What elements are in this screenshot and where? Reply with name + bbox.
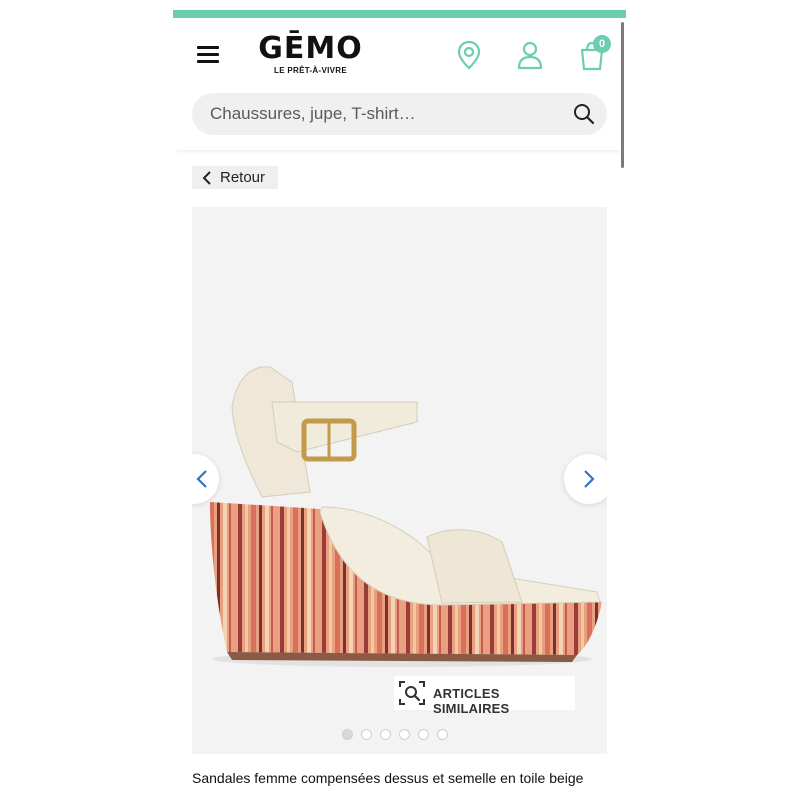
accent-top-bar <box>173 10 626 18</box>
gallery-dot[interactable] <box>418 729 429 740</box>
search-icon[interactable] <box>573 103 595 125</box>
product-image-wedge-sandal <box>210 366 602 667</box>
logo-tagline: LE PRÊT-À-VIVRE <box>274 66 347 75</box>
chevron-left-icon <box>202 171 211 185</box>
gemo-logo[interactable]: GĒMO LE PRÊT-À-VIVRE <box>253 32 368 82</box>
back-button[interactable]: Retour <box>192 166 278 189</box>
visual-search-icon <box>399 681 425 705</box>
user-icon[interactable] <box>513 38 547 72</box>
shopping-bag-icon[interactable]: 0 <box>575 35 611 72</box>
chevron-right-icon <box>584 470 595 488</box>
product-title: Sandales femme compensées dessus et seme… <box>192 770 584 786</box>
gallery-dot[interactable] <box>342 729 353 740</box>
gallery-pagination <box>342 727 456 740</box>
gallery-dot[interactable] <box>399 729 410 740</box>
gallery-dot[interactable] <box>380 729 391 740</box>
location-pin-icon[interactable] <box>452 38 486 72</box>
similar-articles-label: ARTICLES SIMILAIRES <box>433 686 510 716</box>
chevron-left-icon <box>196 470 207 488</box>
gallery-dot[interactable] <box>437 729 448 740</box>
cart-count-badge: 0 <box>593 35 611 53</box>
product-image-gallery[interactable]: ARTICLES SIMILAIRES <box>192 207 607 754</box>
mobile-page: GĒMO LE PRÊT-À-VIVRE 0 Chaussures, jupe,… <box>173 10 626 800</box>
hamburger-menu-icon[interactable] <box>197 44 219 64</box>
search-bar <box>192 93 607 135</box>
similar-articles-button[interactable]: ARTICLES SIMILAIRES <box>394 676 575 716</box>
gallery-next-button[interactable] <box>564 454 607 504</box>
logo-wordmark: GĒMO <box>258 31 363 66</box>
search-input[interactable] <box>210 93 560 135</box>
back-button-label: Retour <box>220 169 266 186</box>
gallery-dot[interactable] <box>361 729 372 740</box>
scrollbar[interactable] <box>621 22 624 168</box>
site-header: GĒMO LE PRÊT-À-VIVRE 0 <box>173 18 626 150</box>
